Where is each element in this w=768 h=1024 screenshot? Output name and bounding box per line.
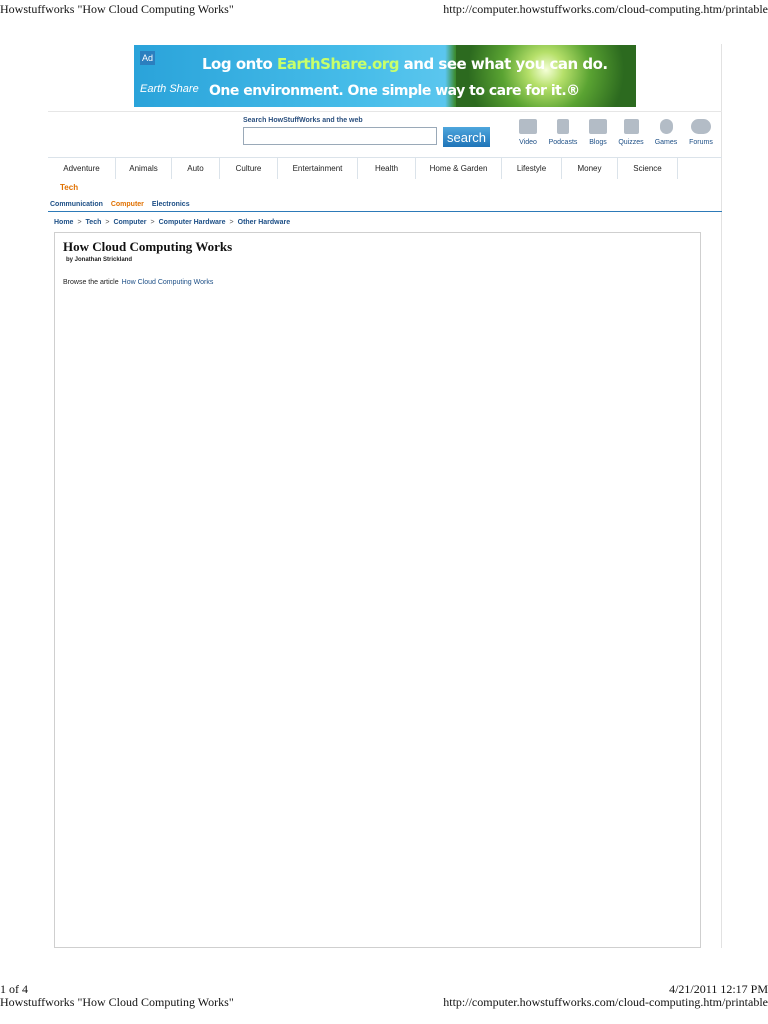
subnav-item-electronics[interactable]: Electronics bbox=[152, 201, 190, 208]
quick-link-forums[interactable]: Forums bbox=[686, 119, 716, 146]
quick-link-label: Quizzes bbox=[618, 139, 644, 146]
nav-item-entertainment[interactable]: Entertainment bbox=[278, 158, 358, 179]
article-byline: by Jonathan Strickland bbox=[66, 257, 133, 263]
breadcrumb-other-hardware[interactable]: Other Hardware bbox=[238, 219, 291, 226]
chess-knight-icon bbox=[659, 119, 673, 134]
article-title: How Cloud Computing Works bbox=[63, 239, 233, 254]
banner-headline-pre: Log onto bbox=[202, 55, 278, 73]
search-input[interactable] bbox=[243, 127, 437, 145]
print-footer-url: http://computer.howstuffworks.com/cloud-… bbox=[443, 995, 768, 1009]
nav-item-science[interactable]: Science bbox=[618, 158, 678, 179]
breadcrumb: Home > Tech > Computer > Computer Hardware > Oth… bbox=[54, 219, 290, 226]
print-header-url: http://computer.howstuffworks.com/cloud-… bbox=[443, 2, 768, 16]
quick-links: Video Podcasts Blogs Quizzes Games Forum… bbox=[514, 119, 719, 151]
nav-item-health[interactable]: Health bbox=[358, 158, 416, 179]
breadcrumb-separator: > bbox=[229, 219, 234, 226]
quick-link-label: Blogs bbox=[589, 139, 607, 146]
podcast-player-icon bbox=[557, 119, 569, 134]
breadcrumb-computer-hardware[interactable]: Computer Hardware bbox=[159, 219, 226, 226]
nav-item-adventure[interactable]: Adventure bbox=[48, 158, 116, 179]
video-camera-icon bbox=[519, 119, 537, 134]
quick-link-quizzes[interactable]: Quizzes bbox=[616, 119, 646, 146]
quick-link-label: Video bbox=[519, 139, 537, 146]
print-footer-title: Howstuffworks "How Cloud Computing Works… bbox=[0, 995, 234, 1009]
main-nav: Adventure Animals Auto Culture Entertain… bbox=[48, 158, 678, 179]
header-divider bbox=[48, 111, 722, 112]
subnav-item-communication[interactable]: Communication bbox=[50, 201, 103, 208]
nav-item-home-garden[interactable]: Home & Garden bbox=[416, 158, 502, 179]
search-label: Search HowStuffWorks and the web bbox=[243, 117, 363, 124]
quick-link-blogs[interactable]: Blogs bbox=[586, 119, 610, 146]
article-container bbox=[54, 232, 701, 948]
breadcrumb-separator: > bbox=[105, 219, 110, 226]
question-mark-icon bbox=[623, 119, 639, 134]
quick-link-label: Forums bbox=[689, 139, 713, 146]
speech-bubble-icon bbox=[589, 119, 607, 134]
nav-item-money[interactable]: Money bbox=[562, 158, 618, 179]
subnav-item-computer[interactable]: Computer bbox=[111, 201, 144, 208]
search-button[interactable]: search bbox=[443, 127, 490, 147]
banner-headline-post: and see what you can do. bbox=[398, 55, 608, 73]
quick-link-label: Podcasts bbox=[548, 139, 578, 146]
nav-item-lifestyle[interactable]: Lifestyle bbox=[502, 158, 562, 179]
breadcrumb-home[interactable]: Home bbox=[54, 219, 73, 226]
breadcrumb-computer[interactable]: Computer bbox=[113, 219, 146, 226]
breadcrumb-separator: > bbox=[150, 219, 155, 226]
quick-link-video[interactable]: Video bbox=[514, 119, 542, 146]
ad-logo-icon: Ad bbox=[140, 51, 155, 65]
print-header-title: Howstuffworks "How Cloud Computing Works… bbox=[0, 2, 234, 16]
quick-link-podcasts[interactable]: Podcasts bbox=[546, 119, 580, 146]
browse-label: Browse the article bbox=[63, 279, 119, 286]
banner-headline-site: EarthShare.org bbox=[277, 55, 399, 73]
banner-subline: One environment. One simple way to care … bbox=[209, 83, 580, 99]
page-frame-divider bbox=[721, 44, 722, 948]
nav-item-culture[interactable]: Culture bbox=[220, 158, 278, 179]
earthshare-brand: Earth Share bbox=[140, 83, 199, 95]
people-icon bbox=[691, 119, 711, 134]
quick-link-label: Games bbox=[654, 139, 678, 146]
subnav-divider bbox=[48, 211, 722, 212]
browse-article-link[interactable]: How Cloud Computing Works bbox=[122, 279, 214, 286]
quick-link-games[interactable]: Games bbox=[652, 119, 680, 146]
subnav: Communication Computer Electronics bbox=[50, 201, 196, 208]
earthshare-banner-ad[interactable]: Ad Earth Share Log onto EarthShare.org a… bbox=[134, 45, 636, 107]
nav-item-auto[interactable]: Auto bbox=[172, 158, 220, 179]
banner-headline: Log onto EarthShare.org and see what you… bbox=[202, 55, 608, 73]
nav-item-animals[interactable]: Animals bbox=[116, 158, 172, 179]
nav-item-tech[interactable]: Tech bbox=[60, 183, 78, 192]
breadcrumb-tech[interactable]: Tech bbox=[86, 219, 102, 226]
browse-article: Browse the article How Cloud Computing Wo… bbox=[63, 279, 213, 286]
breadcrumb-separator: > bbox=[77, 219, 82, 226]
